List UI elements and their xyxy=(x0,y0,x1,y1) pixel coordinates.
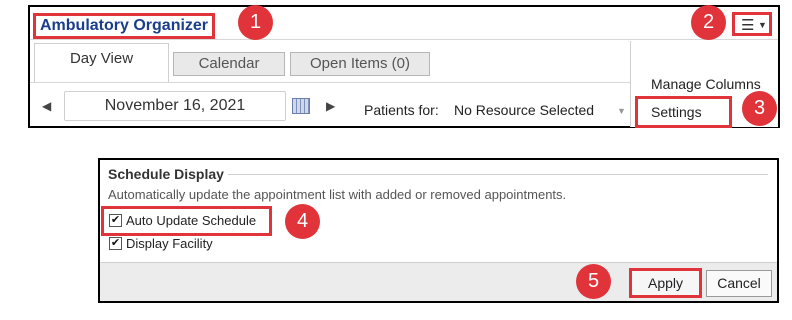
tab-open-items[interactable]: Open Items (0) xyxy=(290,52,430,76)
next-day-icon[interactable]: ▶ xyxy=(326,99,335,113)
menu-item-manage-columns[interactable]: Manage Columns xyxy=(651,76,761,92)
step-badge-1: 1 xyxy=(238,5,273,40)
tab-divider xyxy=(30,82,630,83)
caret-down-icon: ▼ xyxy=(758,20,767,30)
patients-for-label: Patients for: xyxy=(364,102,439,118)
tab-day-view[interactable]: Day View xyxy=(34,43,169,83)
display-facility-checkbox[interactable]: ✔ xyxy=(109,237,122,250)
dialog-footer: Apply Cancel xyxy=(100,262,777,301)
schedule-display-panel: Schedule Display Automatically update th… xyxy=(98,158,779,303)
step-badge-4: 4 xyxy=(285,204,320,239)
step-badge-5: 5 xyxy=(576,264,611,299)
auto-update-label: Auto Update Schedule xyxy=(126,213,257,228)
cancel-button[interactable]: Cancel xyxy=(706,270,772,297)
app-title: Ambulatory Organizer xyxy=(33,13,216,39)
step-badge-2: 2 xyxy=(691,5,726,40)
auto-update-checkbox[interactable]: ✔ xyxy=(109,214,122,227)
tab-calendar[interactable]: Calendar xyxy=(173,52,285,76)
section-description: Automatically update the appointment lis… xyxy=(108,187,567,202)
step-badge-3: 3 xyxy=(742,91,777,126)
date-field[interactable]: November 16, 2021 xyxy=(64,91,286,121)
section-title: Schedule Display xyxy=(108,166,224,182)
apply-button[interactable]: Apply xyxy=(629,268,702,298)
previous-day-icon[interactable]: ◀ xyxy=(42,99,51,113)
display-facility-label: Display Facility xyxy=(126,236,213,251)
section-divider xyxy=(228,174,768,175)
calendar-icon[interactable] xyxy=(292,98,310,114)
options-menu-button[interactable]: ☰ ▼ xyxy=(732,12,772,36)
menu-item-settings[interactable]: Settings xyxy=(635,96,732,128)
organizer-panel: Ambulatory Organizer ☰ ▼ Day View Calend… xyxy=(28,5,780,128)
chevron-down-icon[interactable]: ▼ xyxy=(617,106,626,116)
resource-select[interactable]: No Resource Selected xyxy=(454,102,594,118)
auto-update-option: ✔ Auto Update Schedule xyxy=(101,206,272,236)
hamburger-menu-icon: ☰ xyxy=(741,17,755,34)
